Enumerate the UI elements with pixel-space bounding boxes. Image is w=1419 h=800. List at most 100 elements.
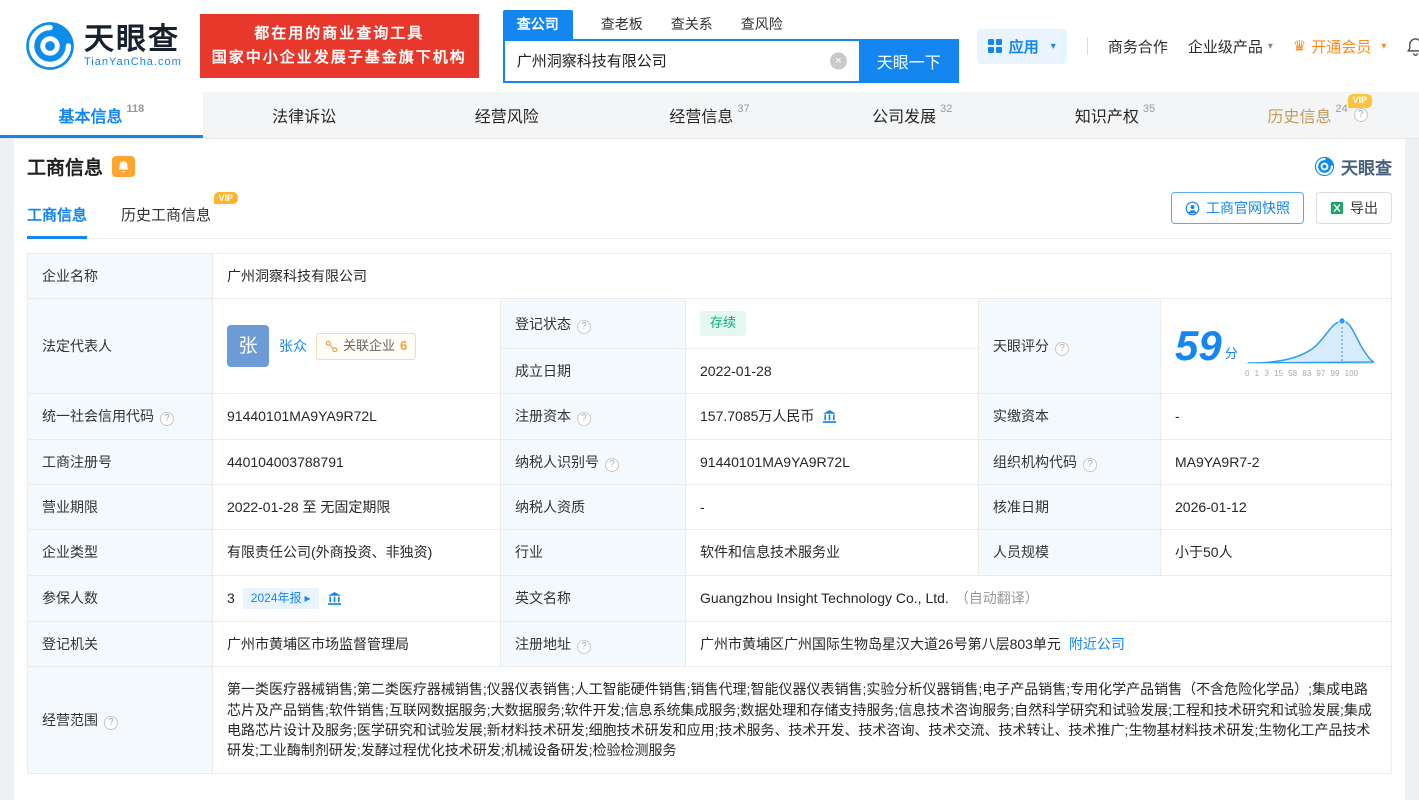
score-axis-labels: 0 1 3 15 58 83 97 99 100 xyxy=(1245,369,1358,379)
legal-rep-name-link[interactable]: 张众 xyxy=(279,336,307,356)
label-approval-date: 核准日期 xyxy=(978,484,1161,531)
related-companies-tag[interactable]: 关联企业 6 xyxy=(316,332,417,360)
company-type-text: 有限责任公司(外商投资、非独资) xyxy=(227,544,433,561)
tab-history-info[interactable]: VIP 历史信息 24 ? xyxy=(1216,92,1419,138)
score-unit: 分 xyxy=(1224,345,1238,361)
tab-operating-info[interactable]: 经营信息 37 xyxy=(608,92,811,138)
tab-basic-info[interactable]: 基本信息 118 xyxy=(0,92,203,138)
logo-brand: 天眼查 xyxy=(84,23,180,57)
search-tab-company[interactable]: 查公司 xyxy=(502,9,573,39)
tab-operating-label: 经营信息 xyxy=(669,109,734,126)
label-reg-address: 注册地址? xyxy=(500,621,686,668)
insured-trend-icon[interactable] xyxy=(327,591,342,606)
apps-menu-button[interactable]: 应用 ▾ xyxy=(976,28,1067,64)
est-date-text: 2022-01-28 xyxy=(700,363,772,380)
value-tianyan-score[interactable]: 59 分 0 1 3 15 58 83 97 99 100 xyxy=(1160,298,1392,395)
annual-report-badge[interactable]: 2024年报 ▸ xyxy=(242,587,319,610)
label-text: 成立日期 xyxy=(515,363,571,380)
label-english-name: 英文名称 xyxy=(500,574,686,623)
label-text: 经营范围 xyxy=(42,711,98,728)
notification-bell-icon[interactable] xyxy=(1406,37,1419,56)
help-icon[interactable]: ? xyxy=(577,412,591,427)
banner-line-2: 国家中小企业发展子基金旗下机构 xyxy=(211,49,467,66)
subtab-business-info[interactable]: 工商信息 xyxy=(27,186,88,239)
label-paid-capital: 实缴资本 xyxy=(978,393,1161,440)
value-reg-capital: 157.7085万人民币 xyxy=(685,393,979,440)
menu-enterprise-label: 企业级产品 xyxy=(1187,38,1263,56)
score-value: 59 xyxy=(1175,322,1222,370)
vip-badge: VIP xyxy=(213,192,239,204)
label-text: 工商注册号 xyxy=(42,453,112,470)
status-badge: 存续 xyxy=(700,311,747,337)
subtab-history-business-info[interactable]: 历史工商信息 VIP xyxy=(121,186,239,238)
label-business-scope: 经营范围? xyxy=(27,666,213,774)
label-tianyan-score: 天眼评分? xyxy=(978,298,1161,395)
clear-search-icon[interactable]: ✕ xyxy=(829,52,847,69)
official-snapshot-button[interactable]: 工商官网快照 xyxy=(1171,192,1304,224)
staff-size-text: 小于50人 xyxy=(1175,544,1233,561)
label-text: 法定代表人 xyxy=(42,338,112,355)
excel-icon xyxy=(1330,201,1344,215)
search-block: 查公司 查老板 查关系 查风险 ✕ 天眼一下 xyxy=(502,9,959,83)
logo-domain: TianYanCha.com xyxy=(84,55,182,68)
search-input[interactable] xyxy=(502,38,859,83)
help-icon[interactable]: ? xyxy=(104,715,118,730)
help-icon[interactable]: ? xyxy=(577,640,591,655)
subscribe-bell-icon[interactable] xyxy=(112,156,136,177)
subtab-actions: 工商官网快照 导出 xyxy=(1171,192,1392,232)
auto-translate-note: （自动翻译） xyxy=(954,590,1039,607)
label-text: 纳税人识别号 xyxy=(515,453,599,470)
org-code-text: MA9YA9R7-2 xyxy=(1175,453,1260,470)
label-text: 核准日期 xyxy=(993,499,1049,516)
tianyancha-logo[interactable]: 天眼查 TianYanCha.com xyxy=(24,20,182,72)
menu-open-vip[interactable]: ♛ 开通会员 ▾ xyxy=(1293,36,1387,57)
legal-rep-avatar[interactable]: 张 xyxy=(227,325,269,368)
help-icon[interactable]: ? xyxy=(1055,342,1069,357)
tab-company-development[interactable]: 公司发展 32 xyxy=(811,92,1014,138)
subtab-history-label: 历史工商信息 xyxy=(121,207,212,224)
value-taxpayer-qualification: - xyxy=(685,484,979,531)
search-tab-boss[interactable]: 查老板 xyxy=(601,14,643,39)
search-button[interactable]: 天眼一下 xyxy=(858,38,959,83)
nearby-companies-link[interactable]: 附近公司 xyxy=(1069,636,1125,652)
label-text: 天眼评分 xyxy=(993,338,1049,355)
help-icon[interactable]: ? xyxy=(1353,108,1368,122)
apps-menu-label: 应用 xyxy=(1008,38,1039,56)
menu-cooperation[interactable]: 商务合作 xyxy=(1108,36,1168,57)
tab-intellectual-property[interactable]: 知识产权 35 xyxy=(1014,92,1217,138)
taxpayer-qualification-text: - xyxy=(700,499,705,516)
tab-operating-risk[interactable]: 经营风险 xyxy=(405,92,608,138)
label-text: 注册资本 xyxy=(515,408,571,425)
search-tab-relation[interactable]: 查关系 xyxy=(671,14,713,39)
paid-capital-text: - xyxy=(1175,408,1180,425)
reg-capital-text: 157.7085万人民币 xyxy=(700,408,815,425)
search-tab-risk[interactable]: 查风险 xyxy=(741,14,783,39)
chevron-right-icon: ▸ xyxy=(304,590,311,605)
chevron-down-icon: ▾ xyxy=(1050,40,1056,52)
label-taxpayer-id: 纳税人识别号? xyxy=(500,438,686,486)
label-text: 企业类型 xyxy=(42,544,98,561)
approval-date-text: 2026-01-12 xyxy=(1175,499,1247,516)
menu-enterprise-products[interactable]: 企业级产品 ▾ xyxy=(1188,36,1273,57)
related-companies-count: 6 xyxy=(400,337,408,353)
snapshot-camera-icon xyxy=(1185,201,1200,215)
export-button[interactable]: 导出 xyxy=(1316,192,1392,224)
help-icon[interactable]: ? xyxy=(1083,457,1097,472)
subtabs: 工商信息 历史工商信息 VIP 工商官网快照 导出 xyxy=(27,186,1392,239)
value-est-date: 2022-01-28 xyxy=(685,348,979,395)
capital-trend-icon[interactable] xyxy=(822,409,837,424)
help-icon[interactable]: ? xyxy=(160,412,174,427)
label-text: 行业 xyxy=(515,544,543,561)
value-paid-capital: - xyxy=(1160,393,1392,440)
label-text: 组织机构代码 xyxy=(993,453,1077,470)
label-company-type: 企业类型 xyxy=(27,529,213,576)
value-approval-date: 2026-01-12 xyxy=(1160,484,1392,531)
label-reg-number: 工商注册号 xyxy=(27,438,213,486)
help-icon[interactable]: ? xyxy=(605,457,619,472)
row-credit-capital: 统一社会信用代码? 91440101MA9YA9R72L 注册资本? 157.7… xyxy=(27,393,1392,440)
row-company-name: 企业名称 广州洞察科技有限公司 xyxy=(27,252,1392,300)
tab-legal-proceedings[interactable]: 法律诉讼 xyxy=(203,92,406,138)
row-business-scope: 经营范围? 第一类医疗器械销售;第二类医疗器械销售;仪器仪表销售;人工智能硬件销… xyxy=(27,666,1392,774)
label-legal-rep: 法定代表人 xyxy=(27,298,213,395)
help-icon[interactable]: ? xyxy=(577,319,591,334)
